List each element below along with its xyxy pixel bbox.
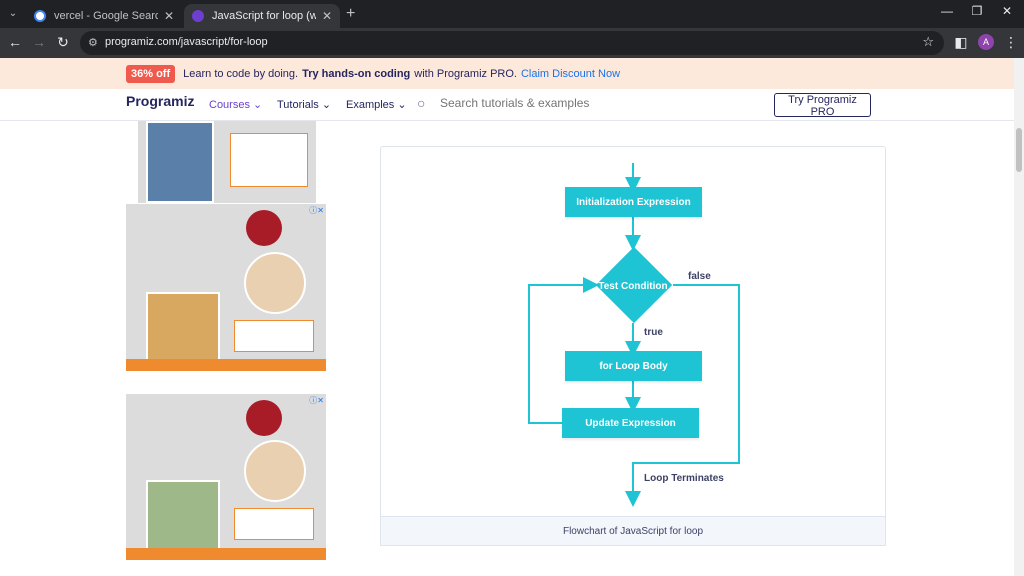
menu-label: Examples xyxy=(346,99,395,111)
promo-banner: 36% off Learn to code by doing. Try hand… xyxy=(0,58,1014,89)
address-bar[interactable]: ⚙ programiz.com/javascript/for-loop ☆ xyxy=(80,31,944,55)
ad-portrait xyxy=(244,440,306,502)
ad-footer-strip xyxy=(126,359,326,371)
ad-caption xyxy=(234,320,314,352)
tab-search-button[interactable]: ⌄ xyxy=(4,5,22,23)
ad-choices-icon[interactable]: ⓘ✕ xyxy=(309,205,324,216)
tab-title: JavaScript for loop (with Examp xyxy=(212,10,316,22)
forward-icon[interactable]: → xyxy=(30,34,48,50)
advertisement-image[interactable]: ⓘ✕ xyxy=(126,394,326,560)
ad-caption xyxy=(234,508,314,540)
browser-tab-google[interactable]: vercel - Google Search ✕ xyxy=(26,4,182,28)
flowchart-figure: Initialization Expression Test Condition… xyxy=(380,146,886,546)
try-pro-button[interactable]: Try Programiz PRO xyxy=(774,93,871,118)
site-header: Programiz Courses ⌄ Tutorials ⌄ Examples… xyxy=(0,89,1014,121)
ad-choices-icon[interactable]: ⓘ✕ xyxy=(309,395,324,406)
browser-toolbar: ← → ↻ ⚙ programiz.com/javascript/for-loo… xyxy=(0,28,1024,58)
chevron-down-icon: ⌄ xyxy=(253,99,263,111)
chevron-down-icon: ⌄ xyxy=(321,99,332,111)
ad-caption xyxy=(230,133,308,187)
url-text[interactable]: programiz.com/javascript/for-loop xyxy=(105,36,268,48)
side-panel-icon[interactable]: ◧ xyxy=(952,34,970,51)
reload-icon[interactable]: ↻ xyxy=(54,34,72,51)
programiz-logo[interactable]: Programiz xyxy=(126,93,194,109)
ad-seal-image xyxy=(246,400,282,436)
promo-bold-text: Try hands-on coding xyxy=(302,67,411,80)
true-label: true xyxy=(644,327,663,338)
promo-text-after: with Programiz PRO. xyxy=(414,67,517,80)
menu-label: Courses xyxy=(209,99,250,111)
menu-courses[interactable]: Courses ⌄ xyxy=(209,98,262,111)
ad-footer-strip xyxy=(126,548,326,560)
logo-text: Programiz xyxy=(126,93,195,109)
ad-seal-image xyxy=(246,210,282,246)
menu-kebab-icon[interactable]: ⋮ xyxy=(1002,34,1020,51)
menu-examples[interactable]: Examples ⌄ xyxy=(346,98,407,111)
init-expression-node: Initialization Expression xyxy=(565,187,702,217)
discount-badge: 36% off xyxy=(126,64,176,83)
menu-label: Tutorials xyxy=(277,99,319,111)
ad-portrait xyxy=(244,252,306,314)
browser-tab-strip: ⌄ vercel - Google Search ✕ JavaScript fo… xyxy=(0,0,1024,28)
close-window-button[interactable]: ✕ xyxy=(992,4,1022,18)
promo-text: Learn to code by doing. xyxy=(183,67,299,80)
back-icon[interactable]: ← xyxy=(6,34,24,50)
search-input[interactable] xyxy=(440,96,740,110)
search-icon[interactable]: ○ xyxy=(417,95,425,111)
test-condition-label: Test Condition xyxy=(598,281,668,292)
ad-photo xyxy=(146,292,220,364)
browser-tab-programiz[interactable]: JavaScript for loop (with Examp ✕ xyxy=(184,4,340,28)
close-tab-icon[interactable]: ✕ xyxy=(322,9,332,23)
false-label: false xyxy=(688,271,711,282)
advertisement-image[interactable]: ⓘ✕ xyxy=(126,204,326,371)
google-icon xyxy=(34,10,46,22)
chevron-down-icon: ⌄ xyxy=(397,99,407,111)
advertisement-image[interactable] xyxy=(138,121,316,203)
update-expression-node: Update Expression xyxy=(562,408,699,438)
figure-caption: Flowchart of JavaScript for loop xyxy=(380,516,886,546)
scrollbar-thumb[interactable] xyxy=(1016,128,1022,172)
programiz-icon xyxy=(192,10,204,22)
new-tab-button[interactable]: + xyxy=(346,4,355,24)
site-info-icon[interactable]: ⚙ xyxy=(88,36,98,49)
claim-discount-link[interactable]: Claim Discount Now xyxy=(521,68,620,80)
restore-button[interactable]: ❐ xyxy=(962,4,992,18)
minimize-button[interactable]: — xyxy=(932,4,962,18)
loop-body-node: for Loop Body xyxy=(565,351,702,381)
tab-title: vercel - Google Search xyxy=(54,10,158,22)
close-tab-icon[interactable]: ✕ xyxy=(164,9,174,23)
ad-photo xyxy=(146,121,214,203)
menu-tutorials[interactable]: Tutorials ⌄ xyxy=(277,98,331,111)
bookmark-star-icon[interactable]: ☆ xyxy=(922,34,934,50)
ad-photo xyxy=(146,480,220,552)
profile-avatar[interactable]: A xyxy=(978,34,994,50)
loop-terminates-label: Loop Terminates xyxy=(644,473,724,484)
